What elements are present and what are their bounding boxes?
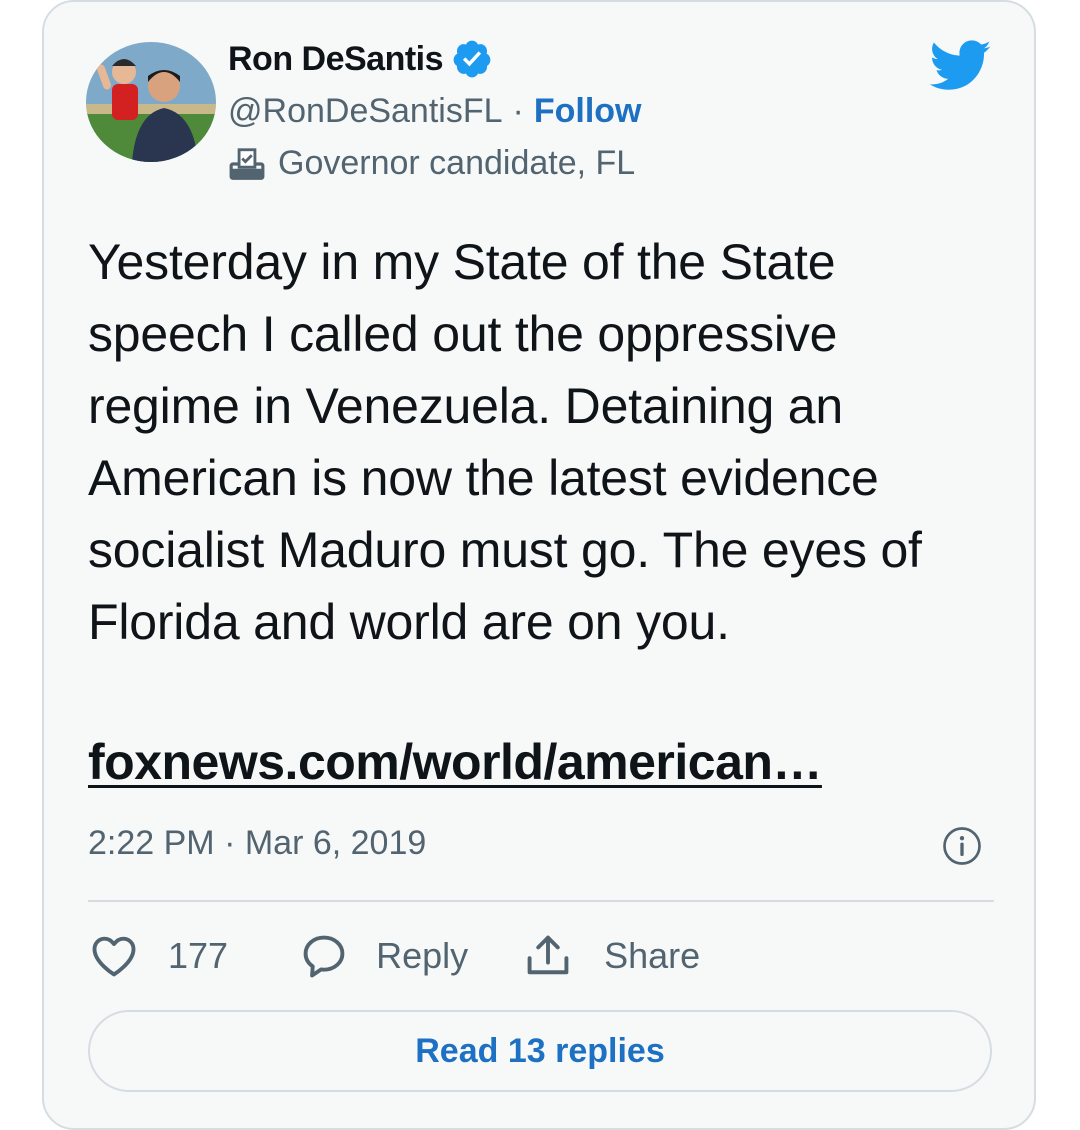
read-replies-button[interactable]: Read 13 replies: [88, 1010, 992, 1092]
speech-bubble-icon: [303, 935, 345, 978]
separator: ·: [512, 92, 524, 130]
follow-button[interactable]: Follow: [534, 92, 642, 131]
tweet-timestamp[interactable]: 2:22 PM · Mar 6, 2019: [88, 824, 426, 863]
info-icon[interactable]: [942, 826, 982, 866]
account-label: Governor candidate, FL: [228, 144, 635, 183]
like-button[interactable]: 177: [88, 930, 228, 982]
handle-row: @RonDeSantisFL · Follow: [228, 92, 642, 131]
tweet-link[interactable]: foxnews.com/world/american…: [88, 730, 822, 794]
like-count: 177: [168, 935, 229, 976]
action-bar: 177 Reply Share: [88, 926, 700, 986]
ballot-box-icon: [229, 147, 265, 180]
reply-button[interactable]: Reply: [298, 930, 468, 982]
reply-label: Reply: [376, 935, 469, 976]
author-name-row[interactable]: Ron DeSantis: [228, 38, 493, 80]
verified-badge-icon: [453, 40, 491, 78]
twitter-bird-icon[interactable]: [930, 40, 992, 92]
heart-icon: [92, 936, 136, 977]
author-name[interactable]: Ron DeSantis: [228, 40, 444, 79]
share-button[interactable]: Share: [522, 930, 700, 982]
avatar[interactable]: [86, 42, 216, 162]
account-label-text: Governor candidate, FL: [278, 144, 636, 182]
divider: [88, 900, 994, 902]
tweet-text: Yesterday in my State of the State speec…: [88, 234, 922, 650]
author-handle[interactable]: @RonDeSantisFL: [228, 92, 503, 131]
share-upload-icon: [527, 935, 569, 975]
share-label: Share: [604, 935, 701, 976]
